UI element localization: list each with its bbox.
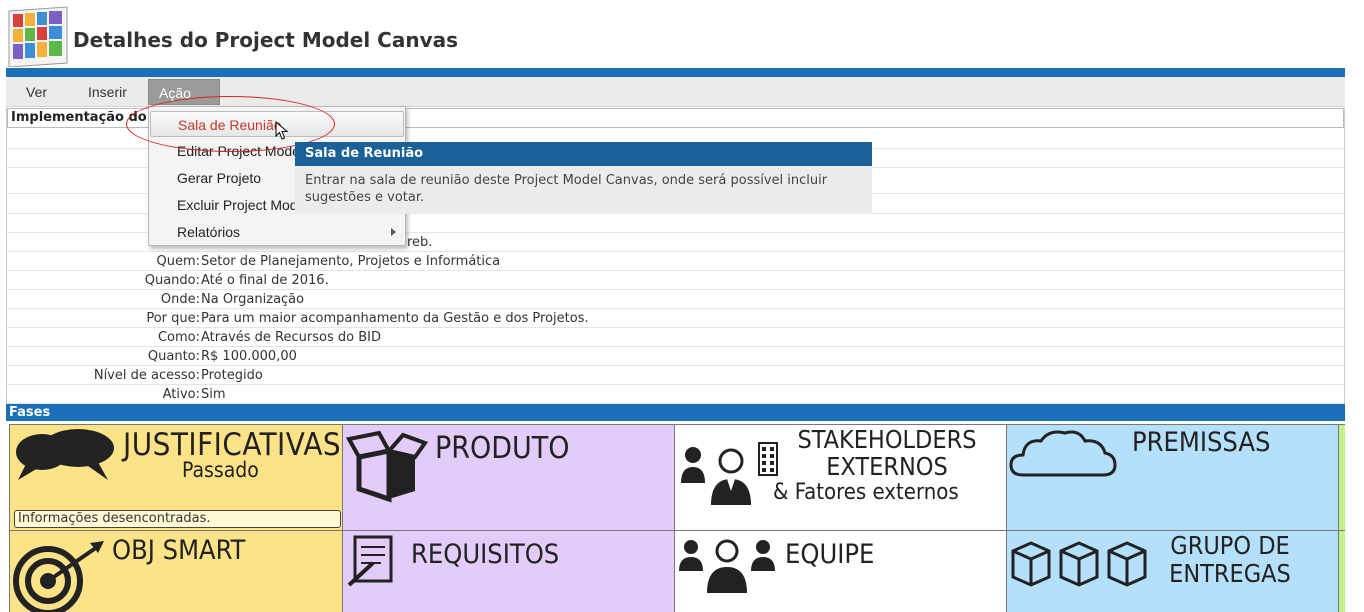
mouse-cursor-icon [275,121,289,140]
cell-subtitle: Passado [182,458,259,482]
cell-requisitos[interactable]: REQUISITOS [342,530,675,612]
cell-title: OBJ SMART [112,535,246,566]
menu-item-relatorios[interactable]: Relatórios [150,219,404,245]
menu-inserir[interactable]: Inserir [78,79,137,105]
detail-label: Como: [157,330,200,345]
boxes-icon [1011,541,1147,587]
page-title: Detalhes do Project Model Canvas [73,28,459,52]
detail-value: reb. [407,235,433,250]
canvas-grid: JUSTIFICATIVAS Passado Informações desen… [9,424,1345,612]
detail-value: Protegido [201,368,263,383]
cell-equipe[interactable]: EQUIPE [674,530,1007,612]
detail-value: Para um maior acompanhamento da Gestão e… [201,311,589,326]
detail-label: Onde: [160,292,200,307]
target-icon [13,541,104,612]
cell-title: PREMISSAS [1132,427,1271,458]
submenu-arrow-icon [391,228,396,236]
cell-produto[interactable]: PRODUTO [342,424,675,531]
header-divider [6,68,1345,77]
speech-bubbles-icon [16,429,114,480]
cell-premissas[interactable]: PREMISSAS [1006,424,1339,531]
cell-title: PRODUTO [435,431,570,466]
cell-title: EQUIPE [785,539,875,570]
document-pen-icon [347,535,393,587]
detail-row: Por que: Para um maior acompanhamento da … [7,309,1344,328]
menu-item-label: Relatórios [177,224,241,240]
cell-title-2: EXTERNOS [826,452,948,481]
detail-label: Ativo: [162,387,200,402]
detail-row: Onde: Na Organização [7,290,1344,309]
tooltip-text: Entrar na sala de reunião deste Project … [305,173,828,205]
detail-label: Nível de acesso: [93,368,200,383]
cell-partial [1338,424,1345,531]
detail-row: Quem: Setor de Planejamento, Projetos e I… [7,252,1344,271]
fases-header: Fases [6,404,1345,421]
detail-row: Como: Através de Recursos do BID [7,328,1344,347]
detail-label: Quanto: [147,349,200,364]
cell-title: GRUPO DE [1170,531,1290,560]
cell-grupo-entregas[interactable]: GRUPO DE ENTREGAS [1006,530,1339,612]
app-logo [5,5,71,68]
detail-label: Quando: [144,273,200,288]
detail-row: Nível de acesso: Protegido [7,366,1344,385]
tooltip-title: Sala de Reunião [295,142,872,166]
detail-value: Até o final de 2016. [201,273,329,288]
cell-partial [1338,530,1345,612]
detail-row: Ativo: Sim [7,385,1344,404]
building-icon [758,442,778,476]
cell-subtitle: & Fatores externos [773,480,959,505]
cell-stakeholders[interactable]: STAKEHOLDERS EXTERNOS & Fatores externos [674,424,1007,531]
cell-justificativas[interactable]: JUSTIFICATIVAS Passado Informações desen… [9,424,343,531]
cell-obj-smart[interactable]: OBJ SMART [9,530,343,612]
detail-row: Quando: Até o final de 2016. [7,271,1344,290]
tooltip: Sala de Reunião Entrar na sala de reuniã… [295,142,872,214]
box-icon [345,430,429,503]
cloud-icon [1009,430,1117,477]
detail-value: Na Organização [201,292,305,307]
team-icon [679,539,775,593]
cell-title: REQUISITOS [411,539,560,570]
cell-title: STAKEHOLDERS [797,425,977,454]
detail-value: Sim [201,387,226,402]
cell-title-2: ENTREGAS [1169,559,1291,588]
detail-value: R$ 100.000,00 [201,349,297,364]
detail-label: Por que: [146,311,200,326]
detail-label: Quem: [156,254,200,269]
detail-value: Setor de Planejamento, Projetos e Inform… [201,254,501,269]
detail-value: Através de Recursos do BID [201,330,381,345]
detail-row: Quanto: R$ 100.000,00 [7,347,1344,366]
menu-ver[interactable]: Ver [16,79,57,105]
sticky-note[interactable]: Informações desencontradas. [14,510,341,528]
